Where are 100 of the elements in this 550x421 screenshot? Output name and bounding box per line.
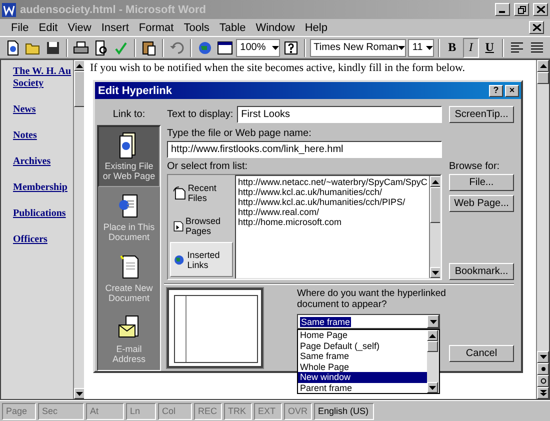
browse-object-icon (540, 378, 546, 384)
minimize-button[interactable] (495, 3, 510, 16)
up-arrow-icon (540, 64, 546, 68)
url-item[interactable]: http://www.kcl.ac.uk/humanities/cch/PIPS/ (238, 197, 427, 207)
menu-item[interactable]: Tools (178, 22, 214, 34)
scrollbar[interactable] (429, 176, 440, 278)
scroll-button[interactable] (537, 375, 549, 387)
zoom-combo[interactable]: 100% (236, 38, 280, 56)
bookmark-button[interactable]: Bookmark... (449, 263, 514, 280)
scroll-thumb[interactable] (537, 72, 549, 84)
next-page-icon (540, 390, 546, 396)
menu-item[interactable]: Format (134, 22, 179, 34)
status-field: At (86, 402, 124, 420)
menu-item[interactable]: Window (250, 22, 300, 34)
table-icon[interactable] (217, 40, 234, 56)
print-preview-icon[interactable] (93, 40, 110, 56)
link-to-option[interactable]: Existing File or Web Page (98, 126, 160, 187)
url-item[interactable]: http://www.kcl.ac.uk/humanities/cch/ (238, 187, 427, 197)
list-tab[interactable]: Browsed Pages (170, 210, 233, 242)
help-icon[interactable] (282, 40, 299, 56)
nav-link[interactable]: Membership (13, 182, 73, 194)
justify-icon[interactable] (529, 40, 545, 56)
close-icon (536, 6, 544, 13)
menu-item[interactable]: Insert (96, 22, 134, 34)
url-item[interactable]: http://www.real.com/ (238, 207, 427, 217)
close-button[interactable]: × (505, 84, 519, 96)
up-arrow-icon (76, 64, 83, 68)
address-field[interactable]: http://www.firstlooks.com/link_here.hml (167, 141, 442, 158)
nav-link[interactable]: Society (13, 78, 73, 90)
browse-button[interactable]: File... (449, 174, 514, 191)
scroll-thumb[interactable] (430, 187, 440, 223)
link-to-label: Link to: (112, 108, 146, 122)
previous-page-icon (540, 366, 546, 372)
scroll-button[interactable] (537, 363, 549, 375)
url-list[interactable]: http://www.netacc.net/~waterbry/SpyCam/SpyC http://www.kcl.ac.uk/humanities/cch/ http://www.kcl.ac.uk/humanities/cch/PIPS/ http://www.real.com/ http://home.microsoft.com (235, 175, 441, 279)
font-size-combo[interactable]: 11 (408, 38, 434, 56)
save-icon[interactable] (45, 40, 62, 56)
up-arrow-icon (432, 180, 439, 184)
scroll-down-button[interactable] (427, 382, 438, 393)
scrollbar[interactable] (536, 60, 549, 399)
close-button[interactable] (533, 3, 548, 16)
scroll-up-button[interactable] (537, 60, 549, 72)
url-item[interactable]: http://home.microsoft.com (238, 217, 427, 227)
scroll-thumb[interactable] (74, 71, 85, 107)
screentip-button[interactable]: ScreenTip... (449, 106, 514, 122)
underline-button[interactable]: U (481, 38, 498, 58)
list-tab[interactable]: Inserted Links (170, 242, 233, 278)
nav-link[interactable]: Officers (13, 234, 73, 246)
dropdown-arrow-icon (426, 46, 433, 50)
new-document-icon[interactable] (5, 40, 21, 56)
scrollbar[interactable] (73, 60, 84, 399)
bold-button[interactable]: B (444, 38, 461, 58)
scroll-button[interactable] (537, 387, 549, 399)
menu-item[interactable]: View (62, 22, 96, 34)
menu-item[interactable]: File (6, 22, 34, 34)
text-to-display-field[interactable]: First Looks (237, 106, 442, 122)
restore-button[interactable] (514, 3, 529, 16)
scroll-up-button[interactable] (430, 176, 440, 187)
dropdown-option[interactable]: Parent frame (298, 382, 427, 393)
font-combo[interactable]: Times New Roman (310, 38, 406, 56)
status-field: TRK (224, 402, 252, 420)
nav-link[interactable]: Publications (13, 208, 73, 220)
dropdown-arrow-icon (272, 46, 279, 50)
help-button[interactable]: ? (489, 84, 503, 96)
status-field: Sec (38, 402, 84, 420)
nav-link[interactable]: News (13, 104, 73, 116)
url-item[interactable]: http://www.netacc.net/~waterbry/SpyCam/SpyC (238, 177, 427, 187)
status-field: Page (2, 402, 36, 420)
scroll-button[interactable] (74, 388, 85, 399)
target-dropdown[interactable]: Same frame (297, 314, 440, 329)
menu-item[interactable]: Table (214, 22, 251, 34)
scroll-button[interactable] (537, 351, 549, 363)
nav-link[interactable]: Notes (13, 130, 73, 142)
down-arrow-icon (540, 354, 546, 360)
scroll-up-button[interactable] (74, 60, 85, 71)
scroll-up-button[interactable] (427, 330, 438, 341)
dropdown-option[interactable]: Whole Page (298, 362, 427, 372)
word-icon (2, 2, 16, 16)
scroll-thumb[interactable] (427, 341, 438, 352)
align-left-icon[interactable] (508, 40, 525, 56)
browse-button[interactable]: Web Page... (449, 195, 514, 212)
print-icon[interactable] (73, 40, 90, 56)
target-question: Where do you want the hyperlinked document to appear? (297, 288, 447, 310)
dropdown-option[interactable]: New window (298, 372, 427, 382)
nav-link[interactable]: The W. H. Au (13, 66, 73, 78)
cancel-button[interactable]: Cancel (449, 345, 514, 362)
menu-item[interactable]: Help (300, 22, 332, 34)
scroll-button[interactable] (430, 267, 440, 278)
dropdown-option[interactable]: Same frame (298, 351, 427, 362)
list-tab[interactable]: Recent Files (170, 177, 233, 210)
dropdown-option[interactable]: Page Default (_self) (298, 340, 427, 351)
dropdown-option[interactable]: Home Page (298, 330, 427, 340)
menu-item[interactable]: Edit (34, 22, 63, 34)
paste-icon[interactable] (141, 40, 158, 56)
up-arrow-icon (429, 334, 436, 338)
italic-button[interactable]: I (462, 38, 480, 58)
nav-link[interactable]: Archives (13, 156, 73, 168)
status-field: English (US) (314, 402, 374, 420)
scrollbar[interactable] (427, 330, 439, 393)
close-document-button[interactable] (529, 21, 544, 34)
